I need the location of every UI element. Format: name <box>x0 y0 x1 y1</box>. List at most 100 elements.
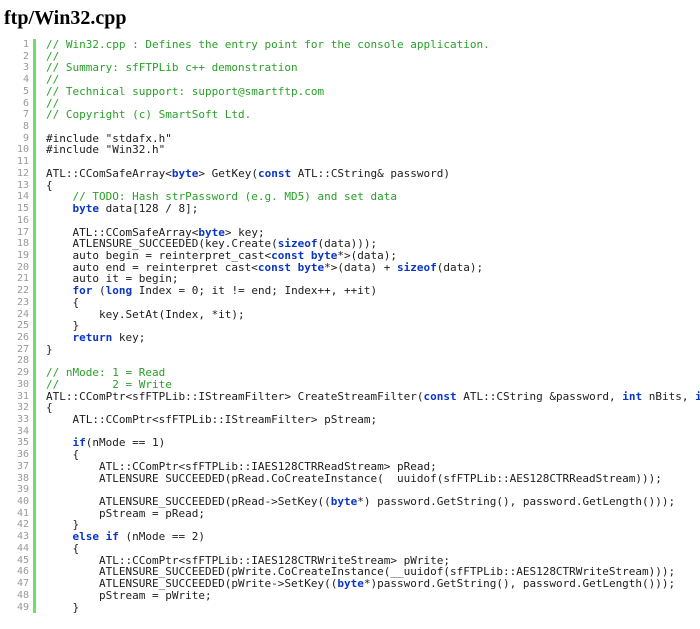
code-line: 24 key.SetAt(Index, *it); <box>0 308 700 321</box>
code-line: 21 auto it = begin; <box>0 273 700 286</box>
code-text[interactable]: ATL::CComPtr<sfFTPLib::IStreamFilter> pS… <box>36 414 377 426</box>
keyword-token: byte <box>310 249 338 262</box>
code-text[interactable] <box>36 355 53 367</box>
line-number: 11 <box>16 156 29 168</box>
line-number: 8 <box>22 121 29 133</box>
code-text[interactable]: #include "stdafx.h" <box>36 133 172 145</box>
code-line: 11 <box>0 156 700 168</box>
code-text[interactable] <box>36 215 53 227</box>
plain-token: ATL::CComSafeArray< <box>46 167 172 180</box>
plain-token: data[128 / 8]; <box>99 203 199 215</box>
code-text[interactable]: for (long Index = 0; it != end; Index++,… <box>36 285 378 297</box>
line-number: 19 <box>16 249 29 261</box>
code-text[interactable]: ATL::CComSafeArray<byte> GetKey(const AT… <box>36 168 450 180</box>
plain-token: } <box>46 343 53 356</box>
code-viewer: 1 // Win32.cpp : Defines the entry point … <box>0 39 700 614</box>
comment-token: // <box>46 50 60 63</box>
line-number: 42 <box>16 519 29 531</box>
code-text[interactable]: // <box>36 74 59 86</box>
comment-token: // 2 = Write <box>46 378 172 391</box>
code-text[interactable]: } <box>36 519 79 531</box>
code-text[interactable]: ATL::CComPtr<sfFTPLib::IAES128CTRWriteSt… <box>36 555 450 567</box>
plain-token: ATL::CComPtr<sfFTPLib::IAES128CTRReadStr… <box>46 460 437 473</box>
line-number: 25 <box>16 320 29 332</box>
code-text[interactable]: auto it = begin; <box>36 273 178 285</box>
code-line: 47 ATLENSURE_SUCCEEDED(pWrite->SetKey((b… <box>0 578 700 590</box>
keyword-token: byte <box>171 167 199 180</box>
code-text[interactable]: auto end = reinterpret_cast<const byte*>… <box>36 262 483 274</box>
line-number: 5 <box>22 85 29 97</box>
line-number: 1 <box>22 39 29 50</box>
plain-token: { <box>46 179 53 192</box>
code-text[interactable]: } <box>36 320 79 332</box>
code-text[interactable]: { <box>36 543 79 555</box>
code-text[interactable]: ATLENSURE_SUCCEEDED(pWrite->SetKey((byte… <box>36 578 675 590</box>
code-text[interactable]: else if (nMode == 2) <box>36 531 205 543</box>
code-text[interactable] <box>36 121 53 133</box>
code-text[interactable]: if(nMode == 1) <box>36 437 166 450</box>
code-line: 9 #include "stdafx.h" <box>0 132 700 145</box>
code-line: 15 byte data[128 / 8]; <box>0 203 700 215</box>
plain-token: } <box>46 601 80 614</box>
keyword-token: if <box>72 437 86 450</box>
code-text[interactable]: ATLENSURE_SUCCEEDED(pRead->SetKey((byte*… <box>36 496 675 508</box>
line-number: 41 <box>16 507 29 519</box>
plain-token: ATL::CComPtr<sfFTPLib::IStreamFilter> pS… <box>46 414 378 426</box>
code-text[interactable]: // <box>36 51 59 63</box>
line-number: 9 <box>22 132 29 144</box>
line-number: 10 <box>16 144 29 156</box>
code-text[interactable]: // TODO: Hash strPassword (e.g. MD5) and… <box>36 191 397 203</box>
keyword-token: int <box>622 390 643 403</box>
comment-token: // nMode: 1 = Read <box>46 367 166 379</box>
code-line: 35 if(nMode == 1) <box>0 437 700 450</box>
plain-token: ATL::CString& password) <box>291 167 451 180</box>
plain-token: auto it = begin; <box>46 273 179 286</box>
code-text[interactable]: { <box>36 180 53 192</box>
code-text[interactable]: // <box>36 98 59 110</box>
code-text[interactable]: ATLENSURE_SUCCEEDED(pWrite.CoCreateInsta… <box>36 566 675 578</box>
code-text[interactable]: ATL::CComPtr<sfFTPLib::IAES128CTRReadStr… <box>36 461 437 473</box>
code-text[interactable]: } <box>36 344 53 356</box>
code-text[interactable]: // Win32.cpp : Defines the entry point f… <box>36 39 490 51</box>
code-line: 23 { <box>0 296 700 309</box>
code-text[interactable]: // Summary: sfFTPLib c++ demonstration <box>36 62 298 74</box>
code-text[interactable]: ATLENSURE_SUCCEEDED(pRead.CoCreateInstan… <box>36 473 662 485</box>
line-number: 31 <box>16 390 29 402</box>
line-number: 30 <box>16 378 29 390</box>
code-text[interactable]: ATL::CComPtr<sfFTPLib::IStreamFilter> Cr… <box>36 391 700 403</box>
code-text[interactable]: ATL::CComSafeArray<byte> key; <box>36 227 264 239</box>
code-text[interactable]: auto begin = reinterpret_cast<const byte… <box>36 250 397 262</box>
code-text[interactable]: ATLENSURE_SUCCEEDED(key.Create(sizeof(da… <box>36 238 377 250</box>
plain-token: ATLENSURE_SUCCEEDED(key.Create( <box>46 238 278 250</box>
code-text[interactable]: // nMode: 1 = Read <box>36 367 165 379</box>
code-text[interactable]: // 2 = Write <box>36 379 172 391</box>
line-number: 22 <box>16 285 29 297</box>
code-line: 4 // <box>0 74 700 86</box>
code-text[interactable]: { <box>36 297 79 309</box>
code-text[interactable]: pStream = pWrite; <box>36 590 212 602</box>
code-line: 46 ATLENSURE_SUCCEEDED(pWrite.CoCreateIn… <box>0 566 700 579</box>
code-text[interactable]: // Copyright (c) SmartSoft Ltd. <box>36 109 251 121</box>
code-line: 40 ATLENSURE_SUCCEEDED(pRead->SetKey((by… <box>0 496 700 508</box>
code-line: 41 pStream = pRead; <box>0 507 700 520</box>
code-line: 10 #include "Win32.h" <box>0 144 700 157</box>
code-text[interactable] <box>36 156 53 168</box>
code-text[interactable] <box>36 426 53 438</box>
code-text[interactable]: byte data[128 / 8]; <box>36 203 199 215</box>
code-text[interactable]: #include "Win32.h" <box>36 144 165 156</box>
line-number: 6 <box>22 97 29 109</box>
code-text[interactable] <box>36 484 53 496</box>
code-text[interactable]: { <box>36 402 53 414</box>
comment-token: // TODO: Hash strPassword (e.g. MD5) and… <box>46 191 397 204</box>
code-text[interactable]: // Technical support: support@smartftp.c… <box>36 86 324 98</box>
code-text[interactable]: pStream = pRead; <box>36 508 205 520</box>
plain-token: nBits, <box>642 390 696 403</box>
code-text[interactable]: } <box>36 602 79 614</box>
plain-token: { <box>46 402 53 414</box>
code-text[interactable]: key.SetAt(Index, *it); <box>36 309 245 321</box>
code-text[interactable]: { <box>36 449 79 461</box>
line-number: 13 <box>16 179 29 191</box>
code-text[interactable]: return key; <box>36 332 146 344</box>
